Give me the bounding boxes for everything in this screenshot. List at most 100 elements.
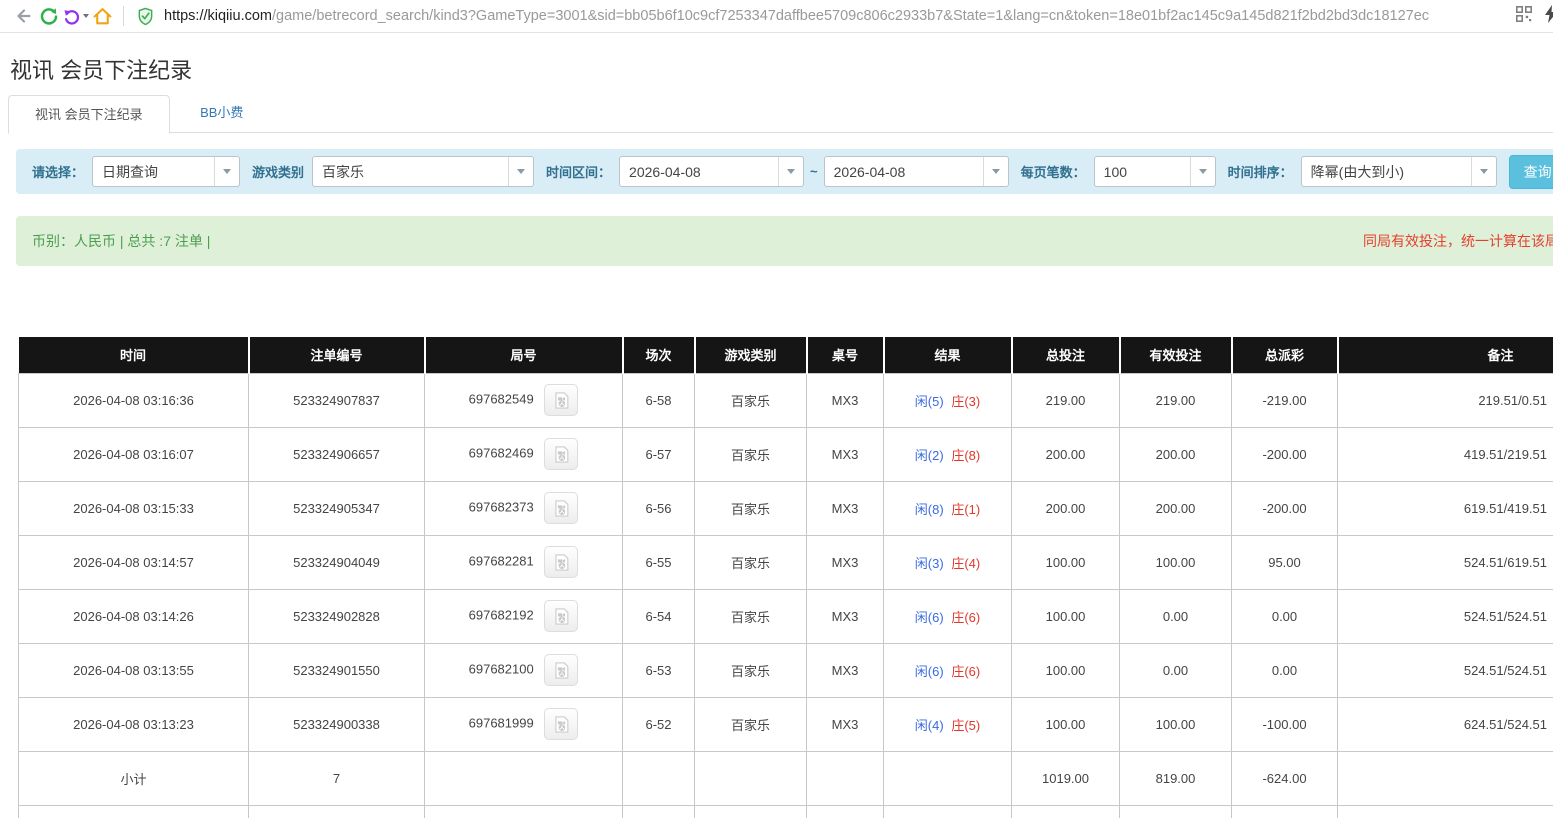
cell-total-bet[interactable]: 100.00 bbox=[1012, 589, 1120, 643]
cell-bet-id: 523324904049 bbox=[249, 535, 425, 589]
round-id-value: 697682469 bbox=[469, 445, 534, 460]
sum-empty bbox=[623, 805, 695, 818]
video-replay-button[interactable] bbox=[544, 600, 578, 632]
tab-label: BB小费 bbox=[200, 105, 243, 120]
home-icon[interactable] bbox=[89, 3, 115, 29]
cell-round-id: 697682469 bbox=[425, 427, 623, 481]
result-banker: 庄(4) bbox=[951, 556, 980, 571]
result-player: 闲(3) bbox=[915, 556, 944, 571]
query-type-select[interactable]: 日期查询 bbox=[92, 156, 240, 187]
round-id-value: 697682100 bbox=[469, 661, 534, 676]
cell-remark: 524.51/619.51 bbox=[1338, 535, 1553, 589]
address-bar[interactable]: https://kiqiiu.com/game/betrecord_search… bbox=[164, 8, 1429, 24]
cell-remark: 219.51/0.51 bbox=[1338, 373, 1553, 427]
sum-empty bbox=[695, 751, 807, 805]
cell-payout: -200.00 bbox=[1232, 427, 1338, 481]
lightning-icon[interactable] bbox=[1543, 5, 1553, 28]
table-row: 2026-04-08 03:14:26 523324902828 6976821… bbox=[19, 589, 1553, 643]
cell-bet-id: 523324906657 bbox=[249, 427, 425, 481]
round-id-value: 697681999 bbox=[469, 715, 534, 730]
cell-table-no: MX3 bbox=[807, 535, 884, 589]
game-type-select[interactable]: 百家乐 bbox=[312, 156, 534, 187]
cell-total-bet[interactable]: 200.00 bbox=[1012, 481, 1120, 535]
video-replay-button[interactable] bbox=[544, 654, 578, 686]
date-range-separator: ~ bbox=[810, 164, 818, 179]
cell-round-id: 697682549 bbox=[425, 373, 623, 427]
header-time: 时间 bbox=[19, 337, 249, 373]
search-button[interactable]: 查询 bbox=[1509, 155, 1553, 189]
video-replay-button[interactable] bbox=[544, 492, 578, 524]
game-type-label: 游戏类别 bbox=[252, 162, 304, 181]
cell-game-type: 百家乐 bbox=[695, 481, 807, 535]
cell-payout: -200.00 bbox=[1232, 481, 1338, 535]
undo-icon[interactable] bbox=[62, 7, 89, 26]
date-to-input[interactable]: 2026-04-08 bbox=[824, 156, 1009, 187]
date-from-value: 2026-04-08 bbox=[620, 157, 778, 186]
cell-session: 6-57 bbox=[623, 427, 695, 481]
bet-records-table: 时间 注单编号 局号 场次 游戏类别 桌号 结果 总投注 有效投注 总派彩 备注… bbox=[18, 337, 1553, 818]
chevron-down-icon[interactable] bbox=[1471, 157, 1496, 186]
url-domain: https://kiqiiu.com bbox=[164, 8, 272, 24]
page-size-select[interactable]: 100 bbox=[1094, 156, 1216, 187]
date-to-value: 2026-04-08 bbox=[825, 157, 983, 186]
date-from-input[interactable]: 2026-04-08 bbox=[619, 156, 804, 187]
sum-empty bbox=[695, 805, 807, 818]
round-id-value: 697682373 bbox=[469, 499, 534, 514]
cell-session: 6-54 bbox=[623, 589, 695, 643]
cell-session: 6-58 bbox=[623, 373, 695, 427]
chevron-down-icon[interactable] bbox=[508, 157, 533, 186]
sum-label: 总计 bbox=[19, 805, 249, 818]
cell-bet-id: 523324907837 bbox=[249, 373, 425, 427]
sum-empty bbox=[623, 751, 695, 805]
table-row: 2026-04-08 03:15:33 523324905347 6976823… bbox=[19, 481, 1553, 535]
page-title: 视讯 会员下注纪录 bbox=[10, 53, 1553, 85]
sum-count: 7 bbox=[249, 805, 425, 818]
cell-total-bet[interactable]: 200.00 bbox=[1012, 427, 1120, 481]
summary-row: 小计 7 1019.00 819.00 -624.00 bbox=[19, 751, 1553, 805]
video-replay-button[interactable] bbox=[544, 438, 578, 470]
qr-code-icon[interactable] bbox=[1515, 5, 1533, 28]
cell-time: 2026-04-08 03:14:26 bbox=[19, 589, 249, 643]
header-round-id: 局号 bbox=[425, 337, 623, 373]
sum-total-bet: 1019.00 bbox=[1012, 751, 1120, 805]
divider bbox=[123, 6, 124, 26]
cell-table-no: MX3 bbox=[807, 481, 884, 535]
cell-total-bet[interactable]: 100.00 bbox=[1012, 697, 1120, 751]
cell-time: 2026-04-08 03:16:07 bbox=[19, 427, 249, 481]
sort-order-select[interactable]: 降幂(由大到小) bbox=[1301, 156, 1497, 187]
cell-valid-bet: 219.00 bbox=[1120, 373, 1232, 427]
video-replay-button[interactable] bbox=[544, 708, 578, 740]
sum-empty bbox=[884, 751, 1012, 805]
security-shield-icon[interactable] bbox=[132, 3, 158, 29]
cell-result: 闲(5) 庄(3) bbox=[884, 373, 1012, 427]
cell-total-bet[interactable]: 100.00 bbox=[1012, 643, 1120, 697]
header-remark: 备注 bbox=[1338, 337, 1553, 373]
cell-time: 2026-04-08 03:13:55 bbox=[19, 643, 249, 697]
cell-total-bet[interactable]: 219.00 bbox=[1012, 373, 1120, 427]
chevron-down-icon[interactable] bbox=[778, 157, 803, 186]
cell-time: 2026-04-08 03:13:23 bbox=[19, 697, 249, 751]
cell-table-no: MX3 bbox=[807, 643, 884, 697]
cell-bet-id: 523324900338 bbox=[249, 697, 425, 751]
game-type-value: 百家乐 bbox=[313, 157, 508, 186]
cell-total-bet[interactable]: 100.00 bbox=[1012, 535, 1120, 589]
chevron-down-icon[interactable] bbox=[1190, 157, 1215, 186]
cell-time: 2026-04-08 03:16:36 bbox=[19, 373, 249, 427]
cell-bet-id: 523324905347 bbox=[249, 481, 425, 535]
header-table-no: 桌号 bbox=[807, 337, 884, 373]
sum-empty bbox=[425, 805, 623, 818]
sum-payout: -624.00 bbox=[1232, 751, 1338, 805]
tab-bet-records[interactable]: 视讯 会员下注纪录 bbox=[8, 95, 170, 134]
tab-bb-tip[interactable]: BB小费 bbox=[174, 94, 269, 133]
video-replay-button[interactable] bbox=[544, 546, 578, 578]
chevron-down-icon[interactable] bbox=[983, 157, 1008, 186]
cell-game-type: 百家乐 bbox=[695, 643, 807, 697]
table-row: 2026-04-08 03:13:23 523324900338 6976819… bbox=[19, 697, 1553, 751]
result-player: 闲(5) bbox=[915, 394, 944, 409]
chevron-down-icon[interactable] bbox=[214, 157, 239, 186]
cell-valid-bet: 0.00 bbox=[1120, 643, 1232, 697]
back-icon[interactable] bbox=[10, 3, 36, 29]
cell-game-type: 百家乐 bbox=[695, 535, 807, 589]
refresh-icon[interactable] bbox=[36, 3, 62, 29]
video-replay-button[interactable] bbox=[544, 384, 578, 416]
